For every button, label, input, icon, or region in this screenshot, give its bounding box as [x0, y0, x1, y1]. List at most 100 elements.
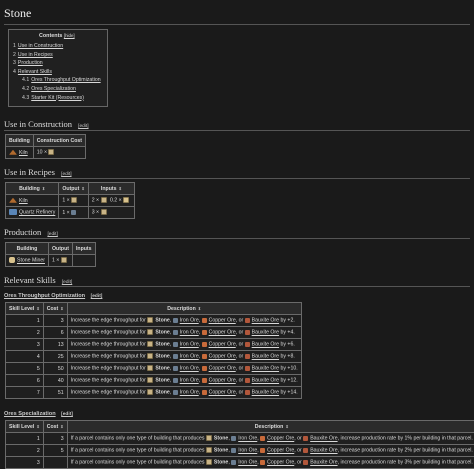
kiln-icon[interactable] — [9, 198, 17, 203]
toc-item[interactable]: 4.3Starter Kit (Resources) — [13, 94, 101, 103]
toc-item-link[interactable]: Ores Specialization — [31, 86, 76, 92]
bauxite-ore-icon[interactable] — [245, 366, 250, 371]
column-header[interactable]: Skill Level⬍ — [6, 303, 44, 315]
edit-link[interactable]: [edit] — [62, 280, 72, 285]
kiln-icon[interactable] — [9, 150, 17, 155]
column-header[interactable]: Building — [6, 135, 34, 147]
bauxite-ore-icon[interactable] — [303, 460, 308, 465]
stone-icon[interactable] — [147, 317, 153, 323]
toc-item-link[interactable]: Ores Throughput Optimization — [31, 77, 100, 83]
sort-icon[interactable]: ⬍ — [42, 186, 45, 191]
ore-name[interactable]: Bauxite Ore — [252, 366, 279, 372]
stone-icon[interactable] — [147, 377, 153, 383]
sort-icon[interactable]: ⬍ — [36, 306, 39, 311]
building-link[interactable]: Kiln — [19, 198, 28, 204]
sort-icon[interactable]: ⬍ — [118, 186, 121, 191]
column-header[interactable]: Output — [48, 243, 72, 255]
iron-ore-icon[interactable] — [173, 390, 178, 395]
ore-name[interactable]: Copper Ore — [209, 366, 236, 372]
copper-ore-icon[interactable] — [202, 342, 207, 347]
toc-item[interactable]: 4.2Ores Specialization — [13, 85, 101, 94]
iron-ore-icon[interactable] — [173, 378, 178, 383]
column-header[interactable]: Construction Cost — [33, 135, 85, 147]
stone-icon[interactable] — [147, 389, 153, 395]
column-header[interactable]: Inputs⬍ — [88, 183, 134, 195]
copper-ore-icon[interactable] — [202, 330, 207, 335]
iron-ore-icon[interactable] — [173, 354, 178, 359]
ore-name[interactable]: Copper Ore — [209, 390, 236, 396]
ore-name[interactable]: Copper Ore — [209, 330, 236, 336]
ore-name[interactable]: Iron Ore — [180, 366, 199, 372]
ore-name[interactable]: Iron Ore — [180, 390, 199, 396]
ore-name[interactable]: Bauxite Ore — [252, 318, 279, 324]
ore-name[interactable]: Iron Ore — [180, 342, 199, 348]
column-header[interactable]: Description⬍ — [67, 421, 474, 433]
copper-ore-icon[interactable] — [260, 448, 265, 453]
sort-icon[interactable]: ⬍ — [198, 306, 201, 311]
column-header[interactable]: Building — [6, 243, 49, 255]
column-header[interactable]: Cost⬍ — [43, 421, 67, 433]
toc-item[interactable]: 4.1Ores Throughput Optimization — [13, 76, 101, 85]
ore-name[interactable]: Bauxite Ore — [252, 378, 279, 384]
edit-link[interactable]: [edit] — [47, 232, 57, 237]
iron-ore-icon[interactable] — [173, 318, 178, 323]
sort-icon[interactable]: ⬍ — [285, 424, 288, 429]
stone-icon[interactable] — [101, 209, 107, 215]
ore-name[interactable]: Iron Ore — [238, 460, 257, 466]
bauxite-ore-icon[interactable] — [245, 354, 250, 359]
ore-name[interactable]: Iron Ore — [238, 448, 257, 454]
edit-link[interactable]: [edit] — [78, 124, 88, 129]
bauxite-ore-icon[interactable] — [245, 342, 250, 347]
sort-icon[interactable]: ⬍ — [81, 186, 84, 191]
copper-ore-icon[interactable] — [202, 366, 207, 371]
copper-ore-icon[interactable] — [202, 390, 207, 395]
bauxite-ore-icon[interactable] — [245, 390, 250, 395]
stone-icon[interactable] — [206, 435, 212, 441]
toc-item-link[interactable]: Production — [18, 60, 43, 66]
ore-name[interactable]: Bauxite Ore — [252, 330, 279, 336]
iron-ore-icon[interactable] — [173, 366, 178, 371]
stone-icon[interactable] — [61, 257, 67, 263]
stone-icon[interactable] — [147, 353, 153, 359]
stone-icon[interactable] — [101, 197, 107, 203]
brick-icon[interactable] — [71, 197, 77, 203]
ore-name[interactable]: Bauxite Ore — [252, 342, 279, 348]
ore-name[interactable]: Copper Ore — [209, 318, 236, 324]
ore-name[interactable]: Bauxite Ore — [310, 448, 337, 454]
iron-ore-icon[interactable] — [231, 448, 236, 453]
sand-icon[interactable] — [123, 197, 129, 203]
stone-icon[interactable] — [48, 149, 54, 155]
refinery-icon[interactable] — [9, 209, 17, 215]
building-link[interactable]: Stone Miner — [17, 258, 45, 264]
column-header[interactable]: Cost⬍ — [43, 303, 67, 315]
sort-icon[interactable]: ⬍ — [60, 424, 63, 429]
edit-link[interactable]: [edit] — [61, 412, 73, 417]
ore-name[interactable]: Iron Ore — [180, 318, 199, 324]
sort-icon[interactable]: ⬍ — [60, 306, 63, 311]
bauxite-ore-icon[interactable] — [303, 448, 308, 453]
column-header[interactable]: Skill Level⬍ — [6, 421, 44, 433]
toc-hide-link[interactable]: [hide] — [64, 33, 75, 38]
building-link[interactable]: Kiln — [19, 150, 28, 156]
ore-name[interactable]: Copper Ore — [267, 460, 294, 466]
edit-link[interactable]: [edit] — [61, 172, 71, 177]
toc-item-link[interactable]: Use in Recipes — [18, 52, 53, 58]
building-link[interactable]: Quartz Refinery — [19, 210, 55, 216]
copper-ore-icon[interactable] — [202, 354, 207, 359]
quartz-icon[interactable] — [71, 210, 76, 215]
column-header[interactable]: Building⬍ — [6, 183, 59, 195]
stone-icon[interactable] — [147, 329, 153, 335]
stone-icon[interactable] — [147, 341, 153, 347]
bauxite-ore-icon[interactable] — [245, 318, 250, 323]
stone-icon[interactable] — [206, 447, 212, 453]
toc-item[interactable]: 3Production — [13, 59, 101, 68]
toc-item[interactable]: 4Relevant Skills — [13, 68, 101, 77]
ore-name[interactable]: Copper Ore — [267, 448, 294, 454]
ore-name[interactable]: Copper Ore — [209, 342, 236, 348]
toc-item[interactable]: 1Use in Construction — [13, 42, 101, 51]
ore-name[interactable]: Copper Ore — [209, 354, 236, 360]
toc-item-link[interactable]: Relevant Skills — [18, 69, 52, 75]
ore-name[interactable]: Bauxite Ore — [252, 354, 279, 360]
toc-item-link[interactable]: Use in Construction — [18, 43, 63, 49]
toc-item-link[interactable]: Starter Kit (Resources) — [31, 95, 84, 101]
